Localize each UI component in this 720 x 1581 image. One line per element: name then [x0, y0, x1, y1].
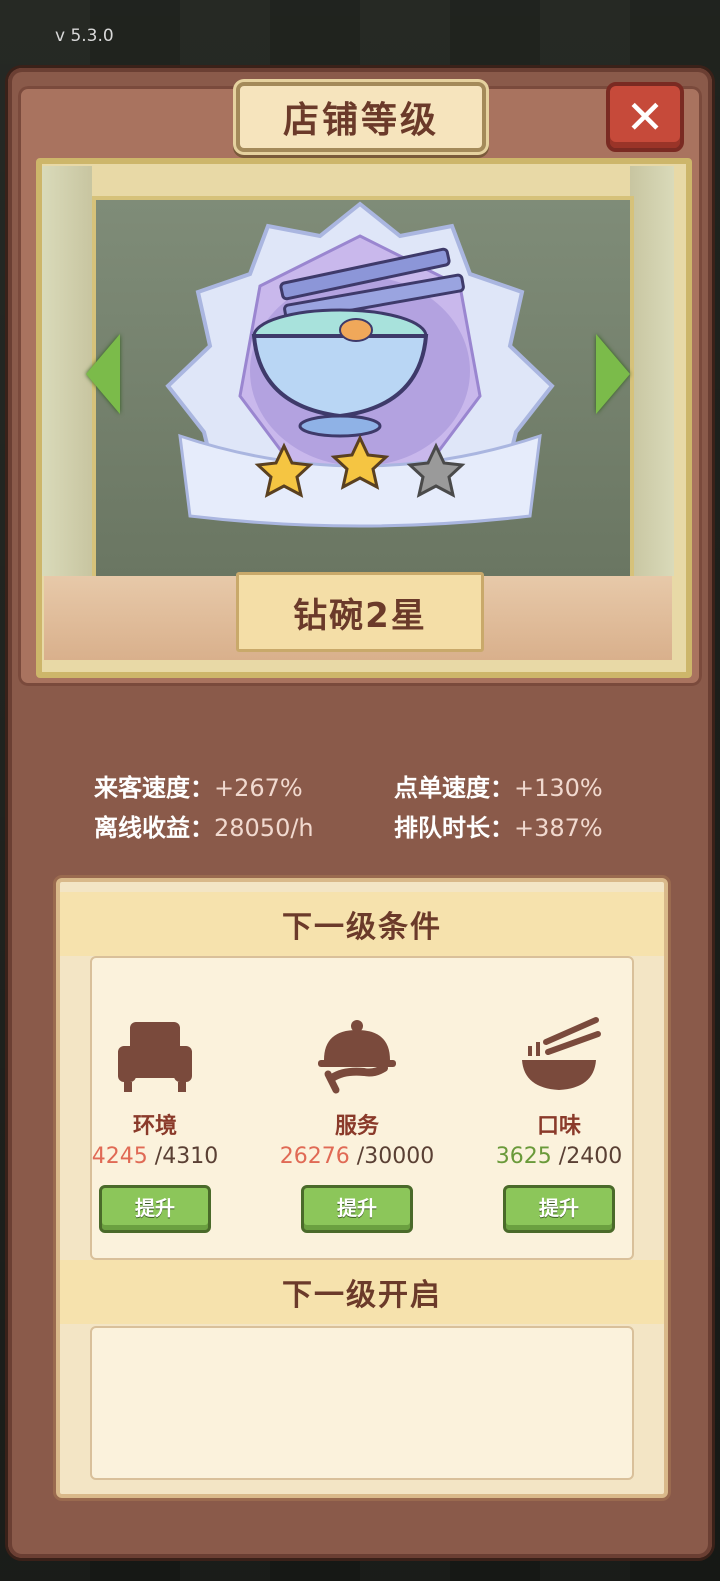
bowl-chopsticks-icon	[522, 1017, 601, 1090]
stat-order-speed: 点单速度：+130%	[394, 768, 603, 803]
condition-progress: 26276 /30000	[262, 1144, 452, 1169]
close-button[interactable]: ✕	[606, 82, 684, 152]
condition-progress: 3625 /2400	[464, 1144, 654, 1169]
rank-badge	[165, 201, 555, 528]
glass-panel-left	[42, 166, 92, 576]
stat-label: 来客速度：	[94, 774, 214, 802]
panel-title: 店铺等级	[236, 82, 486, 152]
stat-queue-time: 排队时长：+387%	[394, 808, 603, 843]
condition-environment: 环境 4245 /4310 提升	[60, 1012, 250, 1233]
current-value: 4245	[91, 1144, 148, 1169]
next-level-arrow-icon[interactable]	[596, 334, 630, 414]
condition-label: 环境	[132, 1114, 177, 1139]
stat-value: +387%	[514, 814, 603, 842]
stat-value: 28050/h	[214, 814, 314, 842]
stat-label: 排队时长：	[394, 814, 514, 842]
unlock-box	[90, 1326, 634, 1480]
current-value: 26276	[279, 1144, 350, 1169]
condition-label: 服务	[334, 1114, 379, 1139]
upgrade-taste-button[interactable]: 提升	[503, 1185, 615, 1233]
upgrade-environment-button[interactable]: 提升	[99, 1185, 211, 1233]
current-value: 3625	[495, 1144, 552, 1169]
stat-label: 离线收益：	[94, 814, 214, 842]
upgrade-service-button[interactable]: 提升	[301, 1185, 413, 1233]
next-unlock-header: 下一级开启	[60, 1260, 664, 1324]
glass-panel-right	[630, 166, 674, 576]
close-icon: ✕	[625, 90, 665, 144]
previous-level-arrow-icon[interactable]	[86, 334, 120, 414]
stat-offline-income: 离线收益：28050/h	[94, 808, 314, 843]
target-value: /4310	[154, 1144, 219, 1169]
cloche-icon	[318, 1020, 396, 1094]
shop-stats: 来客速度：+267% 点单速度：+130% 离线收益：28050/h 排队时长：…	[94, 768, 654, 848]
condition-service: 服务 26276 /30000 提升	[262, 1012, 452, 1233]
armchair-icon	[118, 1022, 192, 1092]
version-label: v 5.3.0	[55, 26, 114, 46]
condition-label: 口味	[536, 1114, 581, 1139]
rank-name: 钻碗2星	[236, 572, 484, 652]
condition-progress: 4245 /4310	[60, 1144, 250, 1169]
stat-label: 点单速度：	[394, 774, 514, 802]
target-value: /2400	[558, 1144, 623, 1169]
target-value: /30000	[356, 1144, 435, 1169]
stat-customer-speed: 来客速度：+267%	[94, 768, 303, 803]
next-conditions-header: 下一级条件	[60, 892, 664, 956]
stat-value: +267%	[214, 774, 303, 802]
condition-taste: 口味 3625 /2400 提升	[464, 1012, 654, 1233]
stat-value: +130%	[514, 774, 603, 802]
